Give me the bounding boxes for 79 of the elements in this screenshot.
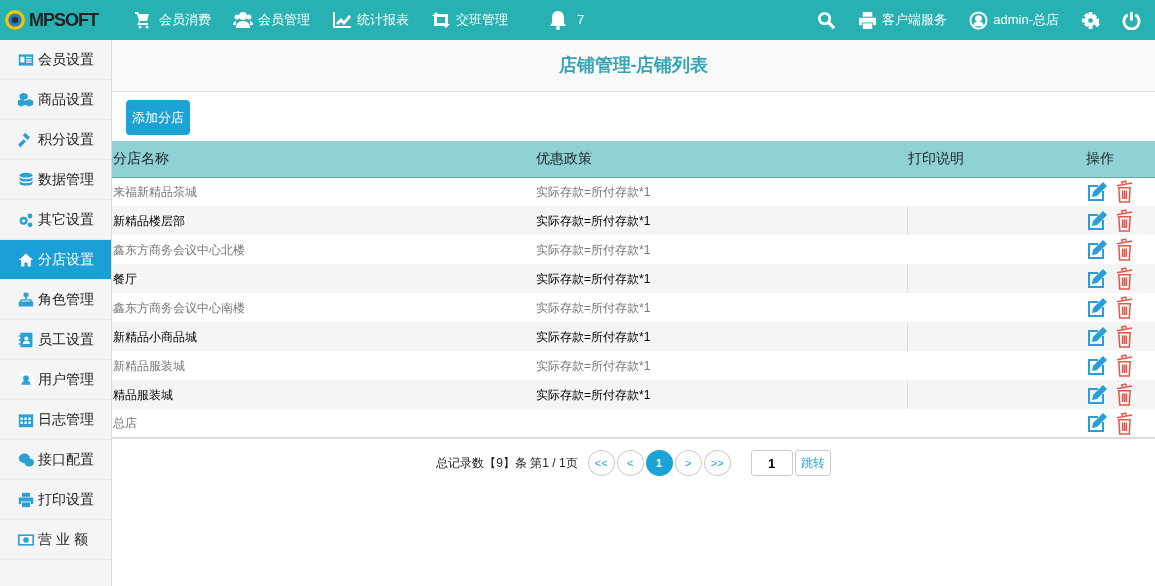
column-header: 分店名称: [112, 141, 535, 177]
edit-icon[interactable]: [1086, 209, 1108, 232]
logo: MPSOFT: [0, 6, 128, 34]
calendar-icon: [18, 411, 34, 428]
table-cell: 总店: [112, 409, 535, 438]
printer-icon: [18, 491, 34, 508]
table-cell: 实际存款=所付存款*1: [535, 293, 907, 322]
printer-icon: [858, 10, 878, 30]
table-cell: 来福新精品茶城: [112, 177, 535, 206]
logout-button[interactable]: [1122, 10, 1141, 30]
trash-icon[interactable]: [1115, 296, 1134, 319]
edit-icon[interactable]: [1086, 296, 1108, 319]
contact-icon: [18, 331, 34, 348]
cubes-icon: [18, 91, 34, 108]
search-icon: [817, 10, 837, 30]
edit-icon[interactable]: [1086, 354, 1108, 377]
settings-button[interactable]: [1081, 10, 1100, 30]
trash-icon[interactable]: [1115, 383, 1134, 406]
client-service-link[interactable]: 客户端服务: [858, 10, 948, 30]
user-icon: [969, 10, 989, 30]
table-cell: 实际存款=所付存款*1: [535, 322, 907, 351]
edit-icon[interactable]: [1086, 180, 1108, 203]
database-icon: [18, 171, 34, 188]
users-icon: [233, 10, 253, 30]
table-cell: 实际存款=所付存款*1: [535, 380, 907, 409]
power-icon: [1122, 10, 1141, 30]
trash-icon[interactable]: [1115, 411, 1134, 435]
jump-button[interactable]: 跳转: [794, 450, 831, 476]
settings-icon: [1081, 10, 1100, 30]
trash-icon[interactable]: [1115, 325, 1134, 348]
page-input[interactable]: 1: [750, 450, 793, 476]
record-summary: 总记录数【9】条 第1 / 1页: [436, 455, 578, 472]
notifications-button[interactable]: 7: [548, 10, 585, 30]
page-button[interactable]: <: [616, 450, 644, 476]
column-header: 优惠政策: [535, 141, 907, 177]
edit-icon[interactable]: [1086, 383, 1108, 406]
edit-icon[interactable]: [1086, 412, 1108, 434]
column-header: 操作: [1085, 141, 1155, 177]
edit-icon[interactable]: [1086, 325, 1108, 348]
edit-icon[interactable]: [1086, 267, 1108, 290]
trash-icon[interactable]: [1115, 267, 1134, 290]
table-cell: 精品服装城: [112, 380, 535, 409]
table-cell: 实际存款=所付存款*1: [535, 206, 907, 235]
trash-icon[interactable]: [1115, 180, 1134, 204]
chat-icon: [18, 451, 34, 468]
table-cell: 餐厅: [112, 264, 535, 293]
column-header: 打印说明: [907, 141, 1085, 177]
search-button[interactable]: [817, 10, 837, 30]
table-cell: 鑫东方商务会议中心北楼: [112, 235, 535, 264]
user-icon: [18, 371, 34, 388]
table-cell: 新精品小商品城: [112, 322, 535, 351]
id-card-icon: [18, 51, 34, 68]
bell-icon: [548, 10, 568, 30]
banknote-icon: [18, 531, 34, 548]
page-button[interactable]: 1: [645, 450, 673, 476]
edit-icon[interactable]: [1086, 238, 1108, 261]
add-branch-button[interactable]: 添加分店: [126, 100, 190, 135]
page-button[interactable]: >>: [703, 450, 731, 476]
table-cell: 实际存款=所付存款*1: [535, 351, 907, 380]
table-cell: 实际存款=所付存款*1: [535, 177, 907, 206]
nav-link[interactable]: 统计报表: [332, 10, 409, 30]
page-title: 店铺管理-店铺列表: [558, 54, 709, 77]
nav-link[interactable]: 会员管理: [233, 10, 310, 30]
line-chart-icon: [332, 10, 352, 30]
trash-icon[interactable]: [1115, 238, 1134, 261]
user-menu[interactable]: admin-总店: [969, 10, 1059, 30]
table-cell: 实际存款=所付存款*1: [535, 235, 907, 264]
table-cell: 新精品楼层部: [112, 206, 535, 235]
table-cell: 新精品服装城: [112, 351, 535, 380]
page-button[interactable]: <<: [587, 450, 615, 476]
page-button[interactable]: >: [674, 450, 702, 476]
trash-icon[interactable]: [1115, 209, 1134, 232]
table-cell: 鑫东方商务会议中心南楼: [112, 293, 535, 322]
nav-link[interactable]: 会员消费: [134, 10, 211, 30]
trash-icon[interactable]: [1115, 354, 1134, 377]
home-icon: [18, 251, 34, 268]
nav-link[interactable]: 交班管理: [431, 10, 508, 30]
sidebar-item[interactable]: 分店设置: [0, 240, 111, 280]
table-cell: 实际存款=所付存款*1: [535, 264, 907, 293]
